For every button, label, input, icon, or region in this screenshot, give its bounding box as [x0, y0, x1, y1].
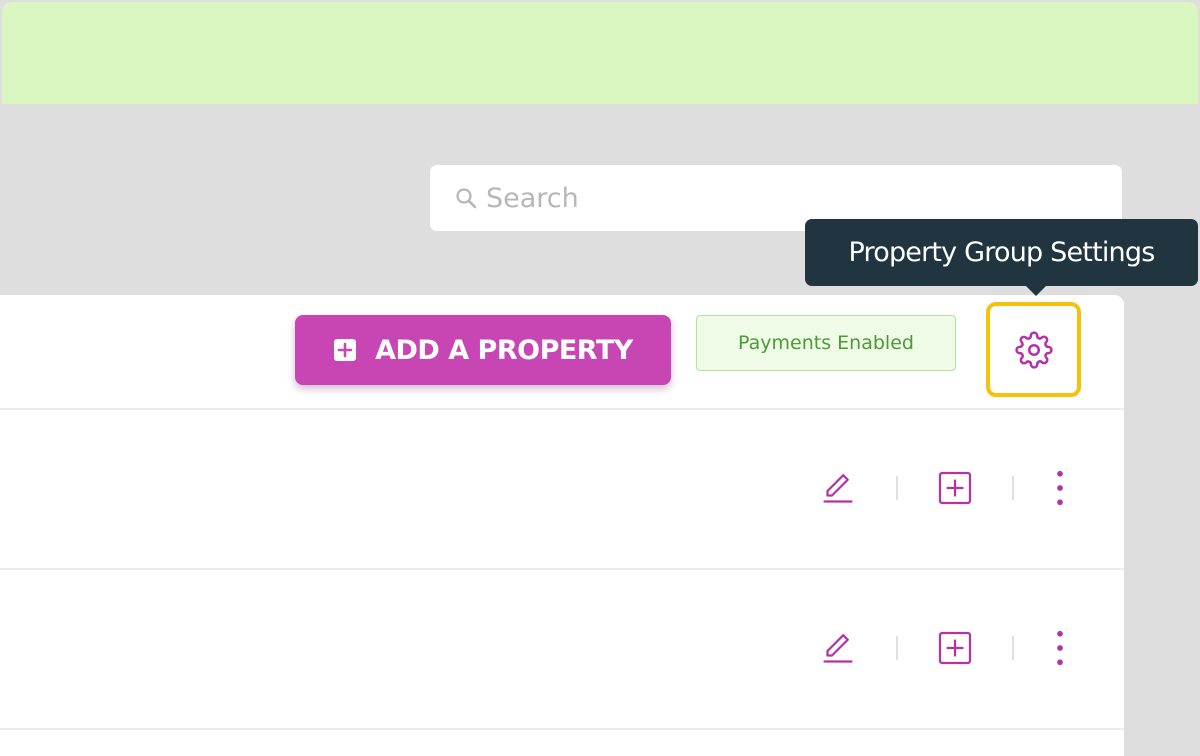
add-property-label: ADD A PROPERTY	[375, 334, 633, 366]
property-group-card: ADD A PROPERTY Payments Enabled	[0, 295, 1124, 756]
list-item	[0, 570, 1124, 730]
list-item	[0, 410, 1124, 570]
more-vertical-icon	[1057, 630, 1063, 666]
edit-icon	[823, 634, 853, 663]
app-frame: ADD A PROPERTY Payments Enabled	[0, 0, 1200, 756]
search-input[interactable]	[486, 182, 1046, 214]
top-banner	[2, 2, 1198, 104]
plus-square-icon	[334, 339, 357, 361]
more-vertical-icon	[1057, 470, 1063, 506]
edit-button[interactable]	[818, 468, 858, 508]
add-button[interactable]	[935, 468, 975, 508]
property-group-settings-button[interactable]	[986, 302, 1081, 397]
action-divider	[1012, 636, 1014, 660]
search-icon	[456, 188, 477, 209]
add-icon	[938, 631, 972, 665]
more-options-button[interactable]	[1040, 628, 1080, 668]
add-property-button[interactable]: ADD A PROPERTY	[295, 315, 671, 385]
add-button[interactable]	[935, 628, 975, 668]
action-divider	[896, 476, 898, 500]
payments-enabled-label: Payments Enabled	[738, 332, 914, 354]
gear-icon	[1014, 330, 1053, 369]
more-options-button[interactable]	[1040, 468, 1080, 508]
action-divider	[896, 636, 898, 660]
payments-enabled-badge: Payments Enabled	[696, 315, 956, 371]
edit-icon	[823, 474, 853, 503]
action-divider	[1012, 476, 1014, 500]
add-icon	[938, 471, 972, 505]
settings-tooltip: Property Group Settings	[805, 219, 1198, 286]
edit-button[interactable]	[818, 628, 858, 668]
tooltip-arrow	[1025, 285, 1047, 296]
card-header: ADD A PROPERTY Payments Enabled	[0, 295, 1124, 410]
tooltip-text: Property Group Settings	[848, 237, 1156, 268]
